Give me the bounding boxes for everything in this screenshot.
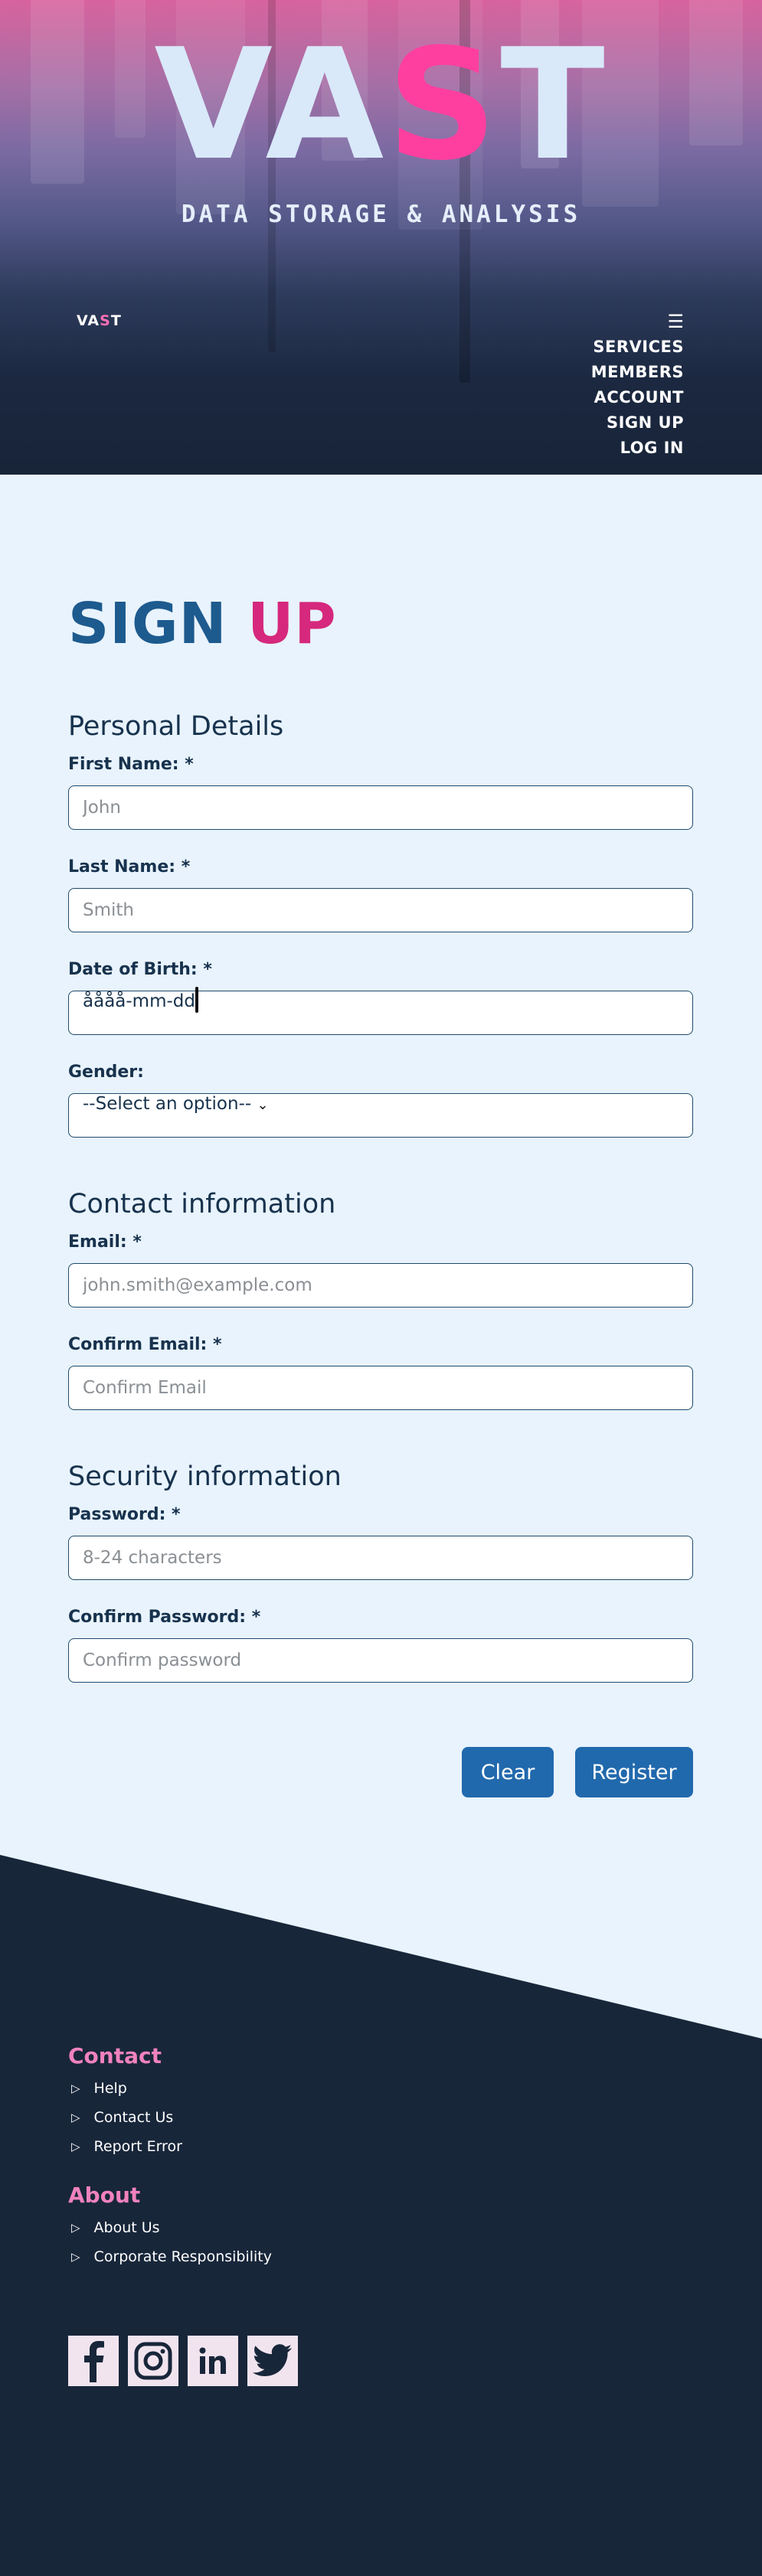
social-links bbox=[68, 2336, 298, 2386]
form-actions: Clear Register bbox=[68, 1747, 693, 1797]
confirm-email-label: Confirm Email: * bbox=[68, 1335, 222, 1354]
footer-link-help[interactable]: ▷ Help bbox=[68, 2074, 298, 2103]
section-contact-information: Contact information bbox=[68, 1189, 336, 1219]
first-name-group: First Name: * bbox=[68, 753, 693, 830]
confirm-password-group: Confirm Password: * bbox=[68, 1606, 693, 1683]
footer-about-heading: About bbox=[68, 2183, 141, 2208]
last-name-input[interactable] bbox=[68, 888, 693, 932]
footer-link-label: Help bbox=[93, 2080, 127, 2097]
gender-selected-value: --Select an option-- bbox=[83, 1094, 252, 1114]
first-name-label: First Name: * bbox=[68, 755, 194, 774]
nav-link-account[interactable]: ACCOUNT bbox=[591, 385, 684, 410]
footer-link-contact-us[interactable]: ▷ Contact Us bbox=[68, 2103, 298, 2132]
site-footer: Contact ▷ Help ▷ Contact Us ▷ Report Error … bbox=[0, 1855, 762, 2576]
password-label: Password: * bbox=[68, 1505, 181, 1524]
password-input[interactable] bbox=[68, 1536, 693, 1580]
gender-label: Gender: bbox=[68, 1063, 144, 1082]
gender-group: Gender: --Select an option-- ⌄ bbox=[68, 1061, 693, 1138]
instagram-icon[interactable] bbox=[128, 2336, 178, 2386]
register-button[interactable]: Register bbox=[575, 1747, 693, 1797]
footer-link-label: Corporate Responsibility bbox=[93, 2248, 272, 2265]
gender-select[interactable]: --Select an option-- ⌄ bbox=[68, 1093, 693, 1138]
main-nav: ☰ SERVICES MEMBERS ACCOUNT SIGN UP LOG I… bbox=[591, 311, 684, 461]
confirm-password-label: Confirm Password: * bbox=[68, 1608, 261, 1627]
confirm-email-input[interactable] bbox=[68, 1366, 693, 1410]
footer-link-about-us[interactable]: ▷ About Us bbox=[68, 2213, 298, 2242]
footer-content: Contact ▷ Help ▷ Contact Us ▷ Report Error … bbox=[68, 2042, 298, 2386]
confirm-email-group: Confirm Email: * bbox=[68, 1334, 693, 1410]
triangle-right-icon: ▷ bbox=[71, 2250, 80, 2264]
footer-link-report-error[interactable]: ▷ Report Error bbox=[68, 2132, 298, 2161]
password-group: Password: * bbox=[68, 1503, 693, 1580]
footer-about-list: ▷ About Us ▷ Corporate Responsibility bbox=[68, 2213, 298, 2271]
chevron-down-icon: ⌄ bbox=[257, 1097, 269, 1113]
confirm-password-input[interactable] bbox=[68, 1638, 693, 1683]
nav-link-services[interactable]: SERVICES bbox=[591, 335, 684, 360]
nav-link-members[interactable]: MEMBERS bbox=[591, 360, 684, 385]
email-input[interactable] bbox=[68, 1263, 693, 1308]
twitter-icon[interactable] bbox=[247, 2336, 298, 2386]
hero-subtitle: DATA STORAGE & ANALYSIS bbox=[181, 201, 581, 228]
triangle-right-icon: ▷ bbox=[71, 2221, 80, 2235]
triangle-right-icon: ▷ bbox=[71, 2111, 80, 2124]
triangle-right-icon: ▷ bbox=[71, 2081, 80, 2095]
linkedin-icon[interactable] bbox=[188, 2336, 238, 2386]
triangle-right-icon: ▷ bbox=[71, 2140, 80, 2153]
email-group: Email: * bbox=[68, 1231, 693, 1308]
footer-link-corporate-responsibility[interactable]: ▷ Corporate Responsibility bbox=[68, 2242, 298, 2271]
page-title: SIGN UP bbox=[68, 591, 337, 657]
nav-link-sign-up[interactable]: SIGN UP bbox=[591, 410, 684, 436]
section-personal-details: Personal Details bbox=[68, 711, 284, 742]
hero-logo-title: VAST bbox=[154, 16, 608, 194]
facebook-icon[interactable] bbox=[68, 2336, 119, 2386]
footer-link-label: About Us bbox=[93, 2219, 160, 2236]
dob-label: Date of Birth: * bbox=[68, 960, 212, 979]
footer-link-label: Report Error bbox=[93, 2138, 182, 2155]
footer-contact-list: ▷ Help ▷ Contact Us ▷ Report Error bbox=[68, 2074, 298, 2161]
footer-contact-heading: Contact bbox=[68, 2043, 162, 2068]
email-label: Email: * bbox=[68, 1232, 142, 1252]
signup-main: SIGN UP Personal Details First Name: * L… bbox=[0, 475, 762, 1797]
first-name-input[interactable] bbox=[68, 785, 693, 830]
section-security-information: Security information bbox=[68, 1461, 342, 1492]
last-name-label: Last Name: * bbox=[68, 857, 191, 877]
hamburger-icon[interactable]: ☰ bbox=[591, 311, 684, 332]
clear-button[interactable]: Clear bbox=[462, 1747, 554, 1797]
dob-input[interactable]: åååå-mm-dd bbox=[68, 987, 693, 1035]
nav-link-log-in[interactable]: LOG IN bbox=[591, 436, 684, 461]
brand-logo-link[interactable]: VAST bbox=[77, 312, 122, 329]
hero-banner: VAST DATA STORAGE & ANALYSIS VAST ☰ SERV… bbox=[0, 0, 762, 475]
last-name-group: Last Name: * bbox=[68, 856, 693, 932]
calendar-icon[interactable] bbox=[195, 987, 198, 1013]
dob-group: Date of Birth: * åååå-mm-dd bbox=[68, 958, 693, 1035]
footer-link-label: Contact Us bbox=[93, 2109, 174, 2126]
dob-value: åååå-mm-dd bbox=[83, 991, 195, 1011]
